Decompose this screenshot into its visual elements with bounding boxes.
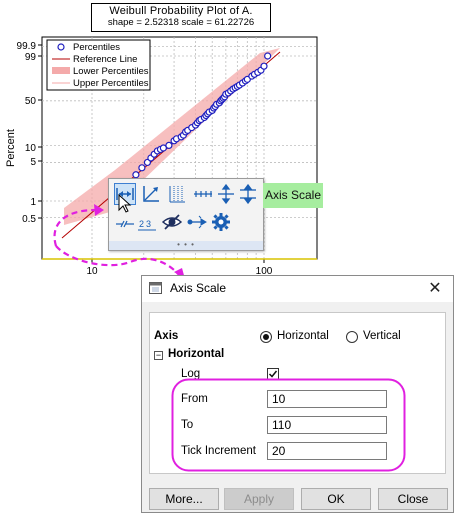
- plot-title-box[interactable]: Weibull Probability Plot of A. shape = 2…: [91, 3, 271, 32]
- legend-upper-percentiles: Upper Percentiles: [73, 78, 149, 89]
- y-axis-label: Percent: [5, 129, 17, 167]
- svg-text:2: 2: [139, 219, 144, 229]
- settings-gear-icon[interactable]: [210, 211, 232, 233]
- show-hide-icon[interactable]: [161, 211, 183, 233]
- collapse-toggle-icon[interactable]: −: [154, 351, 163, 360]
- mini-toolbar-more[interactable]: • • •: [109, 241, 263, 250]
- radio-vertical-label[interactable]: Vertical: [363, 330, 401, 342]
- dialog-titlebar[interactable]: Axis Scale ✕: [142, 276, 453, 302]
- ytick-99-9: 99.9: [17, 41, 37, 52]
- ytick-1: 1: [30, 197, 36, 208]
- close-icon[interactable]: ✕: [425, 279, 445, 299]
- apply-button[interactable]: Apply: [224, 488, 294, 510]
- grid-lines-icon[interactable]: [166, 183, 188, 205]
- mini-toolbar[interactable]: 23 • • •: [108, 178, 264, 251]
- x-axis-position-icon[interactable]: [215, 183, 237, 205]
- more-button[interactable]: More...: [149, 488, 219, 510]
- section-horizontal-label: Horizontal: [168, 348, 225, 360]
- mouse-cursor-icon: [118, 194, 132, 213]
- data-point: [138, 164, 146, 172]
- axis-type-icon[interactable]: [140, 183, 162, 205]
- dialog-app-icon: [149, 282, 162, 294]
- radio-vertical[interactable]: [346, 331, 358, 343]
- y-axis-position-icon[interactable]: [237, 183, 259, 205]
- data-point: [264, 52, 272, 60]
- arrow-icon[interactable]: [186, 211, 208, 233]
- axis-breaks-icon[interactable]: [114, 211, 136, 233]
- xtick-100: 100: [256, 266, 273, 275]
- legend-percentiles: Percentiles: [73, 42, 120, 53]
- ytick-50: 50: [25, 96, 37, 107]
- data-point: [260, 62, 268, 70]
- highlight-outline: [171, 378, 406, 472]
- tick-labels-icon[interactable]: [192, 183, 214, 205]
- legend: Percentiles Reference Line Lower Percent…: [46, 39, 151, 91]
- radio-horizontal-label[interactable]: Horizontal: [277, 330, 329, 342]
- ytick-99: 99: [25, 52, 37, 63]
- legend-reference-line: Reference Line: [73, 54, 137, 65]
- dialog-settings-panel: Axis Horizontal Vertical − Horizontal Lo…: [149, 312, 446, 474]
- ok-button[interactable]: OK: [301, 488, 371, 510]
- reverse-axis-icon[interactable]: 23: [136, 211, 158, 233]
- xtick-10: 10: [86, 266, 98, 275]
- ytick-5: 5: [30, 157, 36, 168]
- close-button[interactable]: Close: [378, 488, 448, 510]
- dialog-title: Axis Scale: [170, 281, 227, 295]
- ytick-0-5: 0.5: [22, 214, 36, 225]
- svg-text:3: 3: [146, 219, 151, 229]
- axis-scale-tooltip: Axis Scale: [263, 183, 323, 208]
- axis-scale-dialog[interactable]: Axis Scale ✕ Axis Horizontal Vertical − …: [141, 275, 454, 513]
- plot-title: Weibull Probability Plot of A.: [109, 5, 253, 17]
- axis-label: Axis: [154, 330, 179, 342]
- data-point: [132, 171, 140, 179]
- radio-horizontal[interactable]: [260, 331, 272, 343]
- legend-lower-percentiles: Lower Percentiles: [73, 66, 149, 77]
- plot-stats: shape = 2.52318 scale = 61.22726: [107, 17, 255, 28]
- ytick-10: 10: [25, 143, 37, 154]
- data-point: [165, 141, 173, 149]
